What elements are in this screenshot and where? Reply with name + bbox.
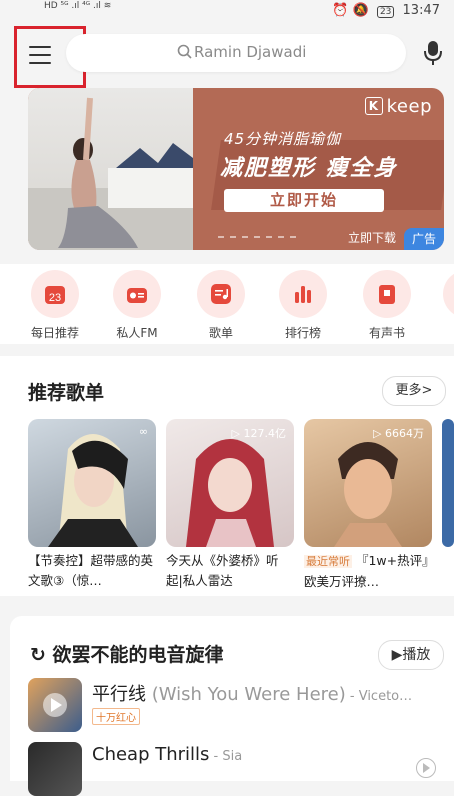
calendar-icon: 23 — [45, 286, 65, 304]
shortcut-row: 23 每日推荐 私人FM 歌单 排行榜 有声书 数 — [0, 264, 454, 344]
electronic-section: ↻ 欲罢不能的电音旋律 ▶播放 平行线 (Wish You Were Here)… — [10, 616, 454, 796]
shortcut-audiobook[interactable]: 有声书 — [356, 270, 418, 341]
shortcut-fm[interactable]: 私人FM — [106, 270, 168, 341]
clock: 13:47 — [402, 3, 440, 18]
cover-art — [43, 693, 67, 717]
song-art — [28, 678, 82, 732]
search-placeholder: Ramin Djawadi — [194, 43, 307, 61]
section-title: 推荐歌单 — [28, 382, 105, 404]
loop-icon: ∞ — [138, 425, 148, 438]
battery-indicator: 23 — [376, 6, 395, 18]
banner-cta-button[interactable]: 立即开始 — [224, 189, 384, 212]
status-bar: HD ⁵ᴳ .ıl ⁴ᴳ .ıl ≋ ⏰ 🔕 23 13:47 — [0, 0, 454, 22]
playlist-card-partial[interactable] — [442, 419, 454, 547]
song-tag: 十万红心 — [92, 708, 140, 725]
play-icon[interactable] — [416, 758, 436, 778]
banner-line2: 减肥塑形 瘦全身 — [220, 156, 398, 181]
playlist-cover: ▷ 6664万 — [304, 419, 432, 547]
song-art — [28, 742, 82, 796]
hamburger-icon — [29, 46, 51, 70]
yoga-figure-image — [28, 97, 193, 250]
chart-icon — [295, 286, 311, 303]
banner-download-link[interactable]: 立即下载 — [348, 229, 396, 246]
more-button[interactable]: 更多> — [382, 376, 446, 406]
top-bar: Ramin Djawadi — [0, 22, 454, 88]
book-icon — [379, 285, 395, 304]
recent-tag: 最近常听 — [304, 555, 352, 568]
refresh-icon[interactable]: ↻ — [30, 644, 46, 666]
playlist-caption: 最近常听 『1w+热评』欧美万评撩… — [304, 553, 429, 589]
svg-text:23: 23 — [49, 292, 61, 304]
ad-badge: 广告 — [404, 228, 444, 250]
signal-indicators: HD ⁵ᴳ .ıl ⁴ᴳ .ıl ≋ — [44, 1, 112, 11]
playlist-card[interactable]: ∞ 【节奏控】超带感的英文歌③（惊… — [28, 419, 156, 593]
play-count: ▷ 6664万 — [373, 427, 424, 440]
ad-banner[interactable]: Kkeep 45分钟消脂瑜伽 减肥塑形 瘦全身 立即开始 立即下载 广告 — [28, 88, 444, 250]
banner-line1: 45分钟消脂瑜伽 — [224, 130, 342, 148]
shortcut-playlist[interactable]: 歌单 — [190, 270, 252, 341]
alarm-icon: ⏰ — [332, 3, 349, 18]
banner-photo — [28, 88, 193, 250]
song-title: 平行线 (Wish You Were Here) - Viceto… — [92, 684, 413, 705]
shortcut-more[interactable]: 数 — [436, 270, 454, 341]
shortcut-daily[interactable]: 23 每日推荐 — [24, 270, 86, 341]
song-row[interactable]: Cheap Thrills - Sia — [28, 742, 448, 796]
playlist-cover — [442, 419, 454, 547]
search-icon — [177, 44, 192, 59]
playlist-card[interactable]: ▷ 6664万 最近常听 『1w+热评』欧美万评撩… — [304, 419, 432, 593]
recommended-playlists: 推荐歌单 更多> ∞ 【节奏控】超带感的英文歌③（惊… ▷ 127.4亿 今天从… — [0, 356, 454, 596]
play-count: ▷ 127.4亿 — [231, 427, 286, 440]
search-bar[interactable]: Ramin Djawadi — [66, 34, 406, 72]
playlist-card[interactable]: ▷ 127.4亿 今天从《外婆桥》听起|私人雷达 — [166, 419, 294, 593]
play-all-button[interactable]: ▶播放 — [378, 640, 444, 670]
playlist-cover: ∞ — [28, 419, 156, 547]
song-title: Cheap Thrills - Sia — [92, 744, 243, 765]
playlist-caption: 今天从《外婆桥》听起|私人雷达 — [166, 553, 279, 588]
playlist-caption: 【节奏控】超带感的英文歌③（惊… — [28, 553, 154, 588]
mute-icon: 🔕 — [352, 3, 369, 18]
status-right: ⏰ 🔕 23 13:47 — [332, 3, 440, 18]
radio-icon — [127, 288, 147, 303]
song-row[interactable]: 平行线 (Wish You Were Here) - Viceto… 十万红心 — [28, 678, 448, 732]
cover-art — [48, 434, 138, 547]
playlist-icon — [211, 284, 231, 304]
playlist-cover: ▷ 127.4亿 — [166, 419, 294, 547]
section-title: ↻ 欲罢不能的电音旋律 — [30, 644, 224, 666]
shortcut-chart[interactable]: 排行榜 — [272, 270, 334, 341]
keep-logo: Kkeep — [364, 96, 432, 117]
microphone-icon[interactable] — [420, 38, 446, 68]
banner-pagination — [218, 223, 302, 242]
